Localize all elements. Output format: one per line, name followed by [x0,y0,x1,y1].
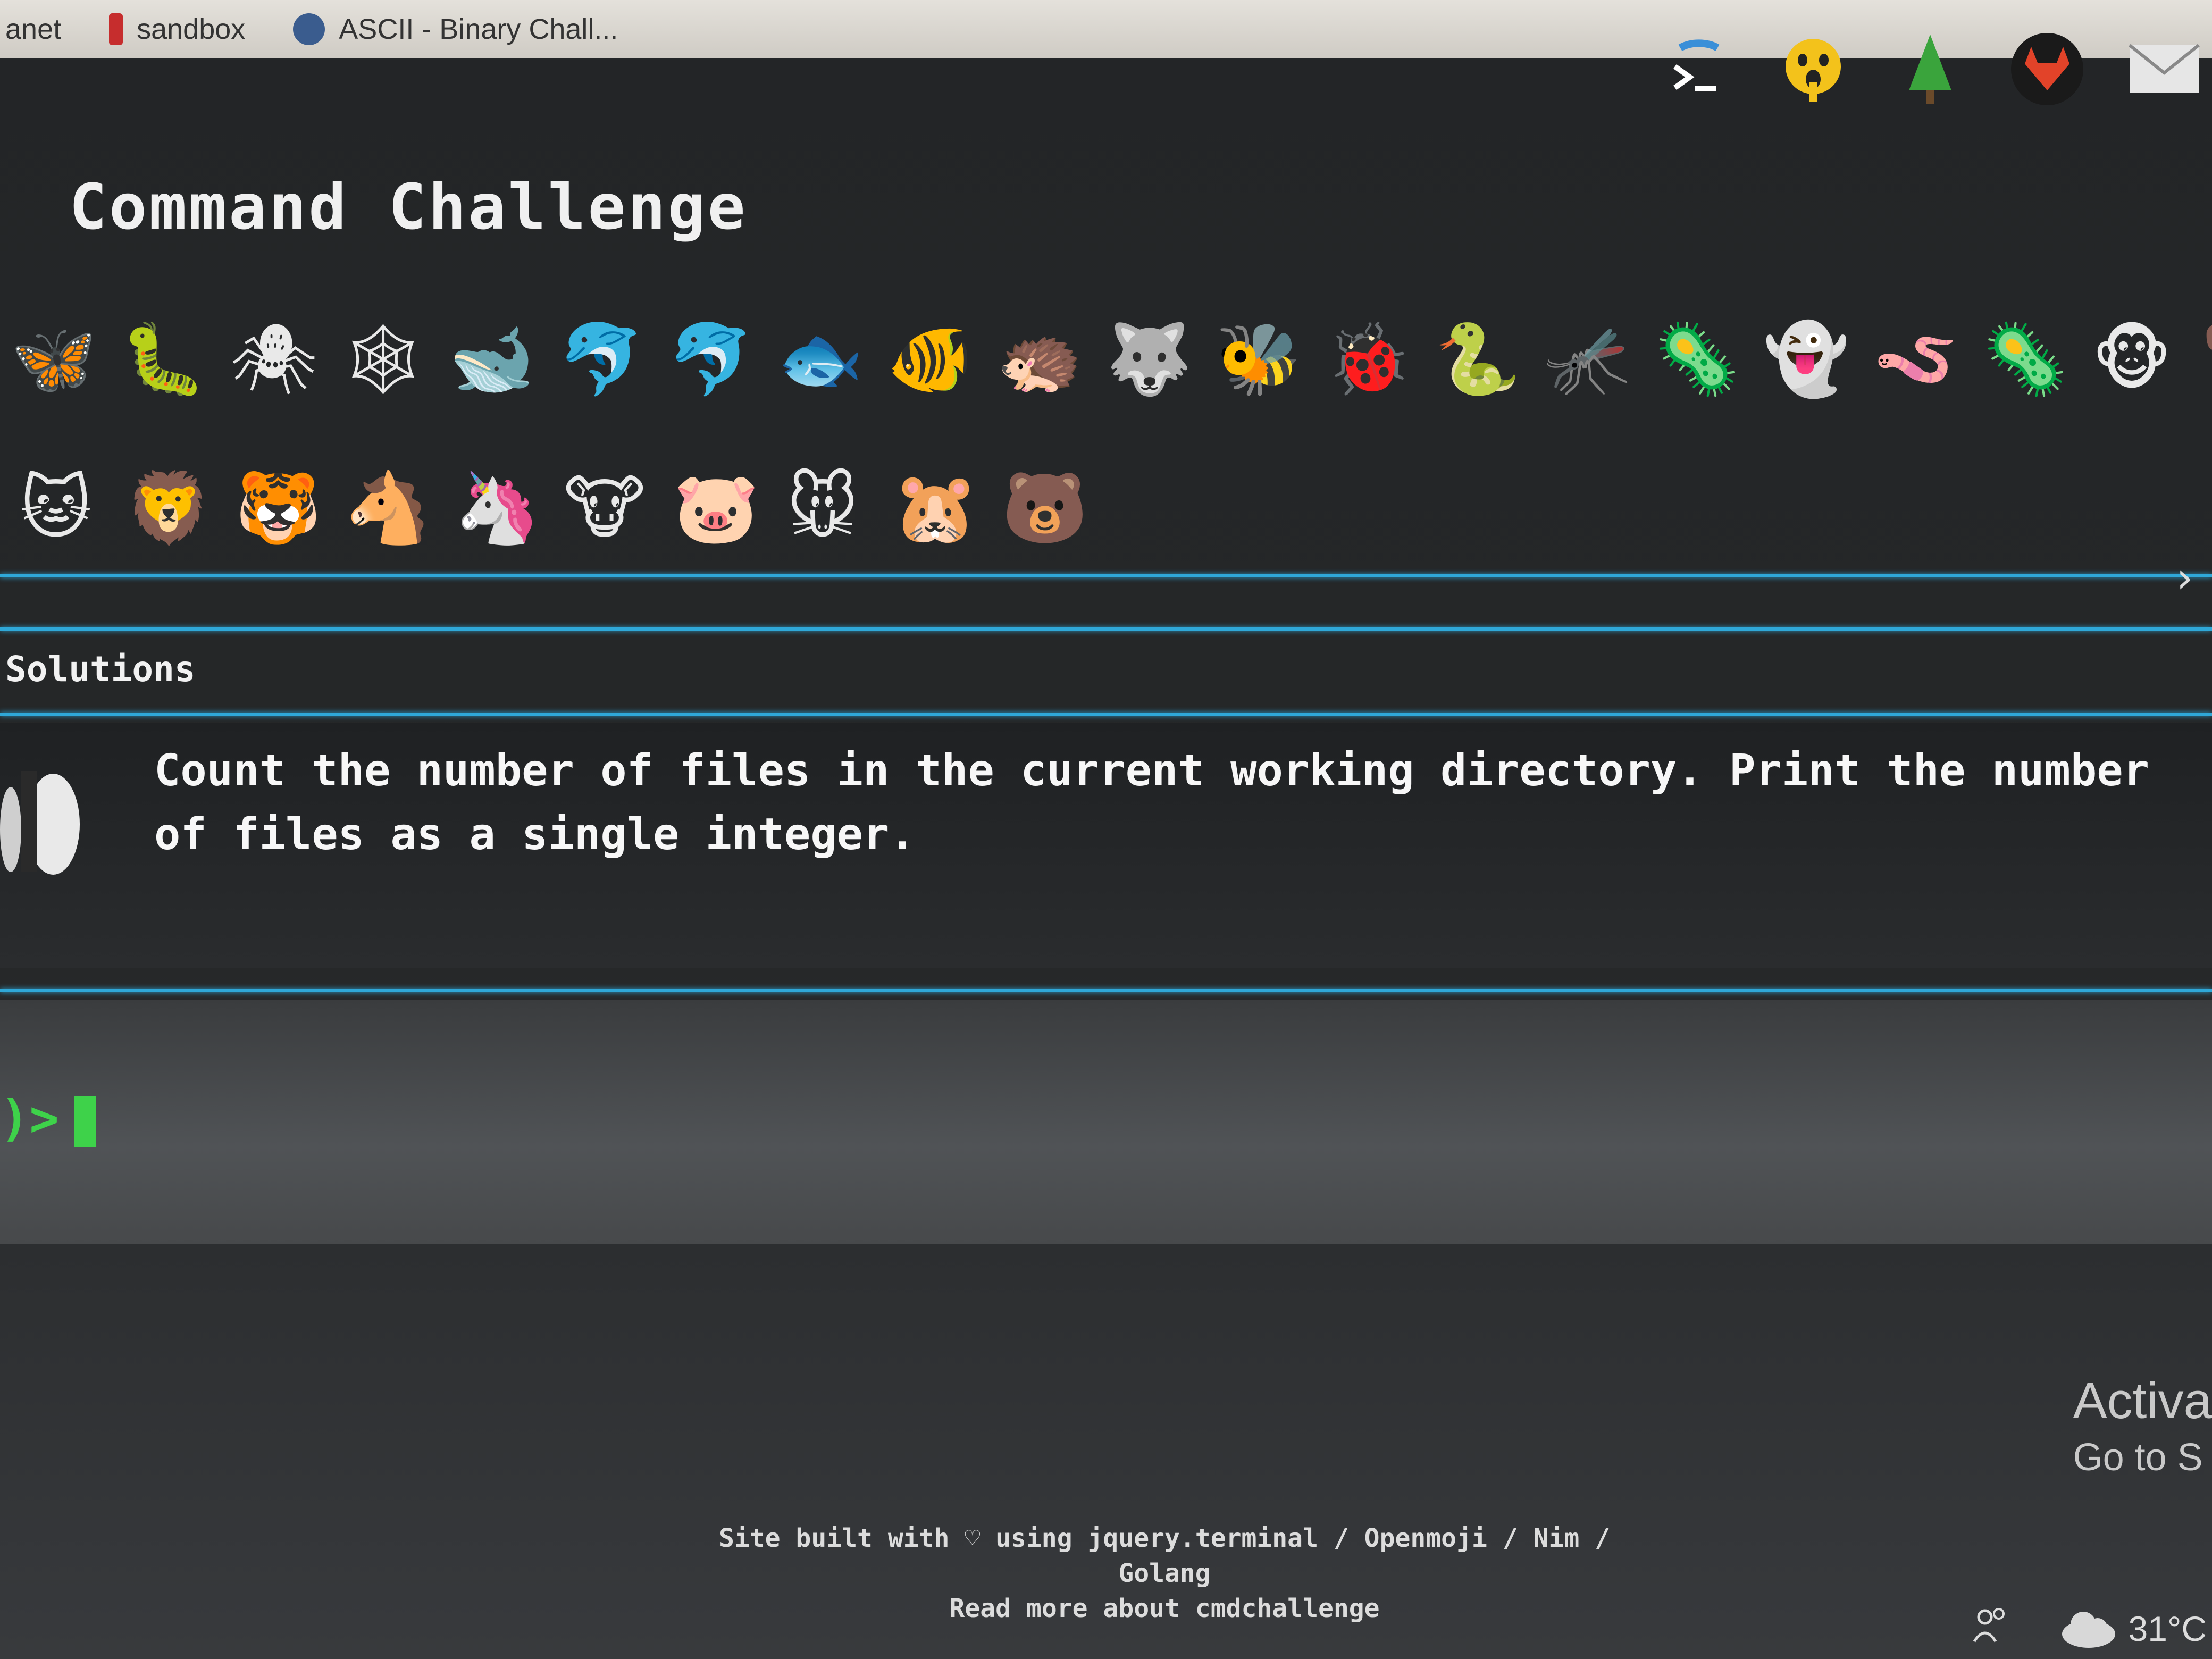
emoji-icon[interactable]: 🐴 [345,468,431,548]
globe-icon [293,13,325,45]
emoji-row-2: 🐱 🦁 🐯 🐴 🦄 🐮 🐷 🐭 🐹 🐻 [16,468,1088,548]
emoji-icon[interactable]: 🕷 [230,319,317,399]
emoji-icon[interactable]: 🐯 [235,468,321,548]
emoji-icon[interactable]: 🐠 [887,319,973,399]
emoji-icon[interactable]: 🦠 [1982,319,2068,399]
cloud-icon [2062,1611,2115,1648]
chevron-right-icon[interactable]: › [2172,553,2197,602]
footer-credits: Site built with ♡ using jquery.terminal … [718,1523,1611,1588]
emoji-icon[interactable]: 🦋 [11,319,97,399]
divider [0,574,2212,577]
emoji-icon[interactable]: 🐭 [783,468,862,548]
page-title: Command Challenge [69,170,748,244]
terminal-icon[interactable] [1659,32,1733,106]
bookmark-sandbox[interactable]: sandbox [109,13,245,46]
emoji-icon[interactable]: 🦄 [454,468,540,548]
emoji-icon[interactable]: 🐝 [1216,319,1302,399]
emoji-icon[interactable]: 🦟 [1544,319,1630,399]
bookmark-label: ASCII - Binary Chall... [339,13,618,45]
solutions-link[interactable]: Solutions [5,649,196,690]
gitlab-icon[interactable] [2010,32,2084,106]
pin-icon [109,13,123,45]
ghost-face-icon[interactable] [1776,32,1850,106]
emoji-icon[interactable]: 🐋 [449,319,535,399]
prompt-symbol: )> [0,1090,59,1147]
emoji-icon[interactable]: 🐕 [2201,319,2212,399]
emoji-icon[interactable]: 🐬 [668,319,754,399]
footer: Site built with ♡ using jquery.terminal … [686,1521,1643,1626]
emoji-icon[interactable]: 🦠 [1654,319,1740,399]
terminal-area[interactable] [0,1000,2212,1244]
people-icon[interactable] [1969,1603,2012,1654]
emoji-icon[interactable]: 👻 [1763,319,1849,399]
emoji-row-1: 🦋 🐛 🕷 🕸 🐋 🐬 🐬 🐟 🐠 🦔 🐺 🐝 🐞 🐍 🦟 🦠 👻 🪱 🦠 🐵 🐕 [11,319,2212,399]
tree-icon[interactable] [1893,32,1967,106]
terminal-cursor [73,1096,96,1147]
divider [0,627,2212,631]
task-description: Count the number of files in the current… [154,745,2149,860]
emoji-icon[interactable]: 🦔 [996,319,1083,399]
taskbar-tray: 31°C [1969,1603,2207,1654]
weather-widget[interactable]: 31°C [2059,1607,2207,1650]
emoji-icon[interactable]: 🐺 [1106,319,1192,399]
emoji-icon[interactable]: 🐬 [558,319,644,399]
emoji-icon[interactable]: 🐹 [892,468,978,548]
bookmark-ascii-binary[interactable]: ASCII - Binary Chall... [293,13,618,46]
divider [0,713,2212,716]
ghost-icon [0,771,80,875]
mail-icon[interactable] [2127,32,2201,106]
footer-about-link[interactable]: Read more about cmdchallenge [686,1591,1643,1626]
emoji-icon[interactable]: 🐟 [777,319,864,399]
watermark-line-2: Go to S [2073,1436,2203,1479]
emoji-icon[interactable]: 🐱 [16,468,96,548]
watermark-line-1: Activa [2073,1372,2212,1429]
divider [0,989,2212,992]
bookmark-label: anet [5,13,62,45]
emoji-icon[interactable]: 🐵 [2092,319,2172,399]
header-icons [1659,32,2201,106]
terminal-prompt[interactable]: )> [0,1090,96,1147]
emoji-icon[interactable]: 🐷 [673,468,759,548]
emoji-icon[interactable]: 🪱 [1873,319,1959,399]
emoji-icon[interactable]: 🐞 [1325,319,1411,399]
emoji-icon[interactable]: 🐛 [120,319,206,399]
emoji-icon[interactable]: 🐻 [1002,468,1088,548]
emoji-icon[interactable]: 🕸 [339,319,427,399]
weather-temperature: 31°C [2128,1608,2207,1648]
emoji-icon[interactable]: 🦁 [125,468,212,548]
windows-activation-watermark: Activa Go to S [2073,1372,2212,1479]
emoji-icon[interactable]: 🐮 [564,468,646,548]
bookmark-anet[interactable]: anet [5,13,61,46]
bookmark-label: sandbox [137,13,246,45]
emoji-icon[interactable]: 🐍 [1435,319,1521,399]
